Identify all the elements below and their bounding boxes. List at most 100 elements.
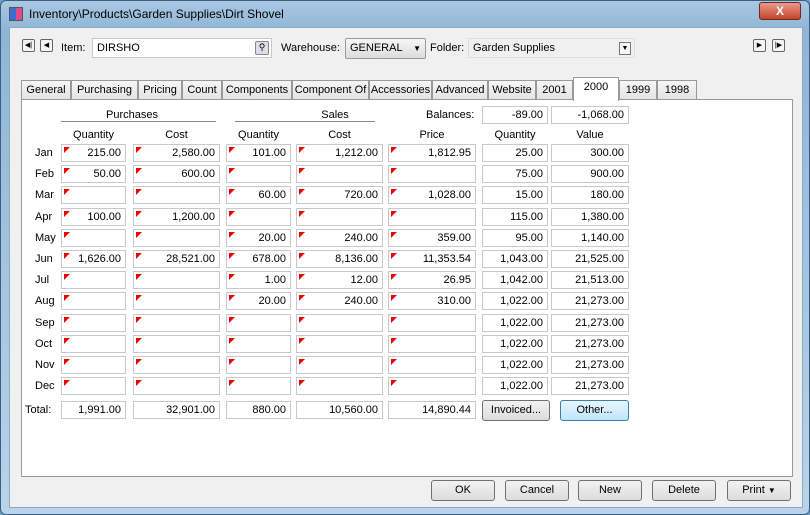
grid-cell[interactable] xyxy=(61,271,126,290)
previous-record-icon[interactable]: ◀ xyxy=(40,39,53,52)
grid-cell[interactable]: 678.00 xyxy=(226,250,291,268)
grid-cell[interactable]: 2,580.00 xyxy=(133,144,220,162)
grid-cell[interactable] xyxy=(133,377,220,396)
grid-cell[interactable] xyxy=(61,313,126,332)
new-button[interactable]: New xyxy=(578,480,642,501)
last-record-icon[interactable]: |▶ xyxy=(772,39,785,52)
print-button[interactable]: Print ▼ xyxy=(727,480,791,501)
first-record-icon[interactable]: ◀| xyxy=(22,39,35,52)
delete-button[interactable]: Delete xyxy=(652,480,716,501)
grid-cell[interactable] xyxy=(226,356,291,374)
tab-components[interactable]: Components xyxy=(222,80,292,100)
cancel-button[interactable]: Cancel xyxy=(505,480,569,501)
grid-cell[interactable] xyxy=(133,313,220,332)
grid-cell[interactable] xyxy=(296,313,383,332)
grid-cell[interactable]: 1,200.00 xyxy=(133,207,220,226)
grid-cell[interactable] xyxy=(296,207,383,226)
grid-cell[interactable]: 8,136.00 xyxy=(296,250,383,268)
grid-cell[interactable] xyxy=(388,356,476,374)
grid-cell[interactable] xyxy=(296,356,383,374)
grid-cell[interactable]: 1,812.95 xyxy=(388,144,476,162)
grid-cell[interactable] xyxy=(133,228,220,247)
grid-cell[interactable]: 1.00 xyxy=(226,271,291,290)
flag-icon xyxy=(229,295,235,302)
dropdown-arrow-icon: ▼ xyxy=(767,486,776,495)
grid-cell[interactable] xyxy=(133,186,220,205)
grid-cell[interactable] xyxy=(61,356,126,374)
cell-value: 21,273.00 xyxy=(575,295,624,308)
grid-cell[interactable]: 1,626.00 xyxy=(61,250,126,268)
tab-2000[interactable]: 2000 xyxy=(573,77,619,101)
grid-cell[interactable]: 12.00 xyxy=(296,271,383,290)
grid-cell[interactable]: 20.00 xyxy=(226,228,291,247)
grid-cell: 1,022.00 xyxy=(482,313,548,332)
grid-cell[interactable] xyxy=(61,228,126,247)
invoiced-button[interactable]: Invoiced... xyxy=(482,400,550,421)
grid-cell[interactable]: 310.00 xyxy=(388,292,476,311)
flag-icon xyxy=(299,380,305,387)
grid-cell[interactable] xyxy=(61,292,126,311)
grid-cell[interactable] xyxy=(226,165,291,184)
tab-accessories[interactable]: Accessories xyxy=(369,80,432,100)
grid-cell[interactable] xyxy=(61,334,126,353)
grid-cell[interactable] xyxy=(226,334,291,353)
tab-general[interactable]: General xyxy=(21,80,71,100)
next-record-icon[interactable]: ▶ xyxy=(753,39,766,52)
grid-cell: 1,022.00 xyxy=(482,334,548,353)
tab-count[interactable]: Count xyxy=(182,80,222,100)
tab-advanced[interactable]: Advanced xyxy=(432,80,488,100)
grid-cell[interactable] xyxy=(296,334,383,353)
close-button[interactable]: X xyxy=(759,2,801,20)
grid-cell[interactable]: 26.95 xyxy=(388,271,476,290)
grid-cell[interactable] xyxy=(226,377,291,396)
warehouse-select[interactable]: GENERAL ▼ xyxy=(345,38,426,59)
grid-cell[interactable] xyxy=(388,207,476,226)
grid-cell[interactable] xyxy=(133,334,220,353)
grid-cell[interactable]: 1,028.00 xyxy=(388,186,476,205)
tab-1999[interactable]: 1999 xyxy=(619,80,657,100)
grid-cell[interactable] xyxy=(61,186,126,205)
grid-cell[interactable]: 720.00 xyxy=(296,186,383,205)
flag-icon xyxy=(391,253,397,259)
grid-cell[interactable]: 100.00 xyxy=(61,207,126,226)
flag-icon xyxy=(391,210,397,217)
grid-cell[interactable] xyxy=(388,334,476,353)
grid-cell[interactable]: 101.00 xyxy=(226,144,291,162)
grid-cell[interactable]: 240.00 xyxy=(296,292,383,311)
cell-value: 21,273.00 xyxy=(575,316,624,329)
grid-cell[interactable]: 600.00 xyxy=(133,165,220,184)
grid-cell[interactable] xyxy=(133,292,220,311)
tab-website[interactable]: Website xyxy=(488,80,536,100)
grid-cell[interactable] xyxy=(388,313,476,332)
grid-cell[interactable]: 359.00 xyxy=(388,228,476,247)
grid-cell[interactable] xyxy=(133,356,220,374)
tab-2001[interactable]: 2001 xyxy=(536,80,573,100)
grid-cell[interactable] xyxy=(226,207,291,226)
grid-cell: 1,022.00 xyxy=(482,356,548,374)
grid-cell[interactable]: 240.00 xyxy=(296,228,383,247)
grid-cell[interactable] xyxy=(296,165,383,184)
grid-cell[interactable]: 50.00 xyxy=(61,165,126,184)
grid-cell[interactable]: 1,212.00 xyxy=(296,144,383,162)
grid-cell[interactable]: 11,353.54 xyxy=(388,250,476,268)
total-cell: 32,901.00 xyxy=(133,401,220,419)
grid-cell[interactable]: 215.00 xyxy=(61,144,126,162)
ok-button[interactable]: OK xyxy=(431,480,495,501)
tab-1998[interactable]: 1998 xyxy=(657,80,697,100)
tab-pricing[interactable]: Pricing xyxy=(138,80,182,100)
grid-cell[interactable]: 28,521.00 xyxy=(133,250,220,268)
other-button[interactable]: Other... xyxy=(560,400,629,421)
grid-cell[interactable] xyxy=(388,377,476,396)
folder-select[interactable]: Garden Supplies ▼ xyxy=(468,38,635,58)
grid-cell[interactable] xyxy=(226,313,291,332)
grid-cell[interactable] xyxy=(296,377,383,396)
item-input[interactable]: DIRSHO xyxy=(92,38,272,58)
grid-cell[interactable] xyxy=(61,377,126,396)
grid-cell[interactable] xyxy=(133,271,220,290)
grid-cell[interactable]: 20.00 xyxy=(226,292,291,311)
grid-cell[interactable] xyxy=(388,165,476,184)
search-icon[interactable]: ⚲ xyxy=(255,41,269,55)
tab-purchasing[interactable]: Purchasing xyxy=(71,80,138,100)
tab-component-of[interactable]: Component Of xyxy=(292,80,369,100)
grid-cell[interactable]: 60.00 xyxy=(226,186,291,205)
